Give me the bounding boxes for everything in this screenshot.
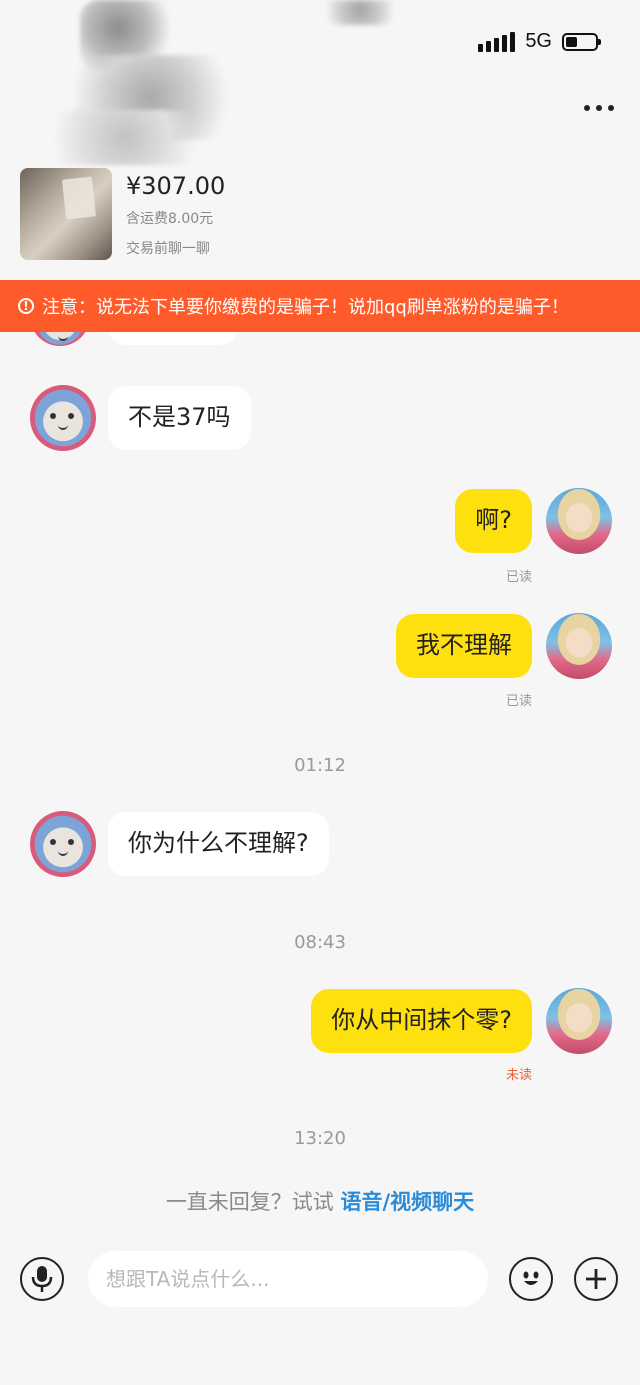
message-bubble[interactable]: 你为什么不理解? <box>108 812 329 876</box>
warning-text: 注意：说无法下单要你缴费的是骗子！说加qq刷单涨粉的是骗子！ <box>42 297 569 318</box>
fraud-warning-banner: ! 注意：说无法下单要你缴费的是骗子！说加qq刷单涨粉的是骗子！ <box>0 280 640 332</box>
product-hint: 交易前聊一聊 <box>126 241 210 257</box>
add-attachment-button[interactable] <box>574 1257 618 1301</box>
voice-video-chat-link[interactable]: 语音/视频聊天 <box>341 1190 475 1214</box>
status-bar: 5G <box>478 30 601 53</box>
input-bar <box>0 1235 640 1385</box>
redaction-mark <box>320 0 400 25</box>
microphone-icon <box>31 1266 53 1292</box>
my-avatar[interactable] <box>546 488 612 554</box>
message-bubble[interactable]: 啊? <box>455 489 532 553</box>
read-status: 已读 <box>505 694 532 709</box>
message-bubble[interactable]: 不是37吗 <box>108 386 251 450</box>
chat-screen: 5G ¥307.00 含运费8.00元 交易前聊一聊 ! 注意：说无法下单要你缴… <box>0 0 640 1385</box>
dot-icon <box>608 105 614 111</box>
timestamp: 01:12 <box>294 755 346 776</box>
shipping-fee: 含运费8.00元 <box>126 211 214 227</box>
hint-text: 一直未回复？试试 <box>165 1190 341 1214</box>
redaction-mark <box>40 110 210 165</box>
warning-icon: ! <box>18 298 34 314</box>
message-outgoing: 你从中间抹个零? <box>311 988 612 1054</box>
dot-icon <box>596 105 602 111</box>
read-status: 已读 <box>505 570 532 585</box>
seller-avatar[interactable] <box>30 385 96 451</box>
dot-icon <box>584 105 590 111</box>
seller-avatar[interactable] <box>30 811 96 877</box>
product-label-image <box>61 176 97 220</box>
message-bubble[interactable]: 我不理解 <box>396 614 532 678</box>
my-avatar[interactable] <box>546 613 612 679</box>
message-bubble[interactable]: 你从中间抹个零? <box>311 989 532 1053</box>
smiley-icon <box>523 1271 539 1285</box>
product-thumbnail[interactable] <box>20 168 112 260</box>
timestamp: 08:43 <box>294 932 346 953</box>
more-options-button[interactable] <box>584 105 614 111</box>
signal-icon <box>478 31 516 52</box>
unread-status: 未读 <box>505 1068 532 1083</box>
product-card[interactable]: ¥307.00 含运费8.00元 交易前聊一聊 <box>20 168 225 260</box>
plus-icon <box>586 1269 606 1289</box>
message-outgoing: 啊? <box>455 488 612 554</box>
my-avatar[interactable] <box>546 988 612 1054</box>
battery-fill <box>566 36 578 47</box>
message-outgoing: 我不理解 <box>396 613 612 679</box>
message-input[interactable] <box>88 1251 488 1307</box>
battery-icon <box>562 32 601 51</box>
message-incoming: 你为什么不理解? <box>30 811 329 877</box>
emoji-button[interactable] <box>509 1257 553 1301</box>
no-reply-hint: 一直未回复？试试 语音/视频聊天 <box>0 1186 640 1216</box>
product-price: ¥307.00 <box>126 172 226 200</box>
product-info: ¥307.00 含运费8.00元 交易前聊一聊 <box>126 168 225 260</box>
timestamp: 13:20 <box>294 1128 346 1149</box>
message-incoming: 不是37吗 <box>30 385 251 451</box>
voice-input-button[interactable] <box>20 1257 64 1301</box>
network-label: 5G <box>525 30 552 52</box>
